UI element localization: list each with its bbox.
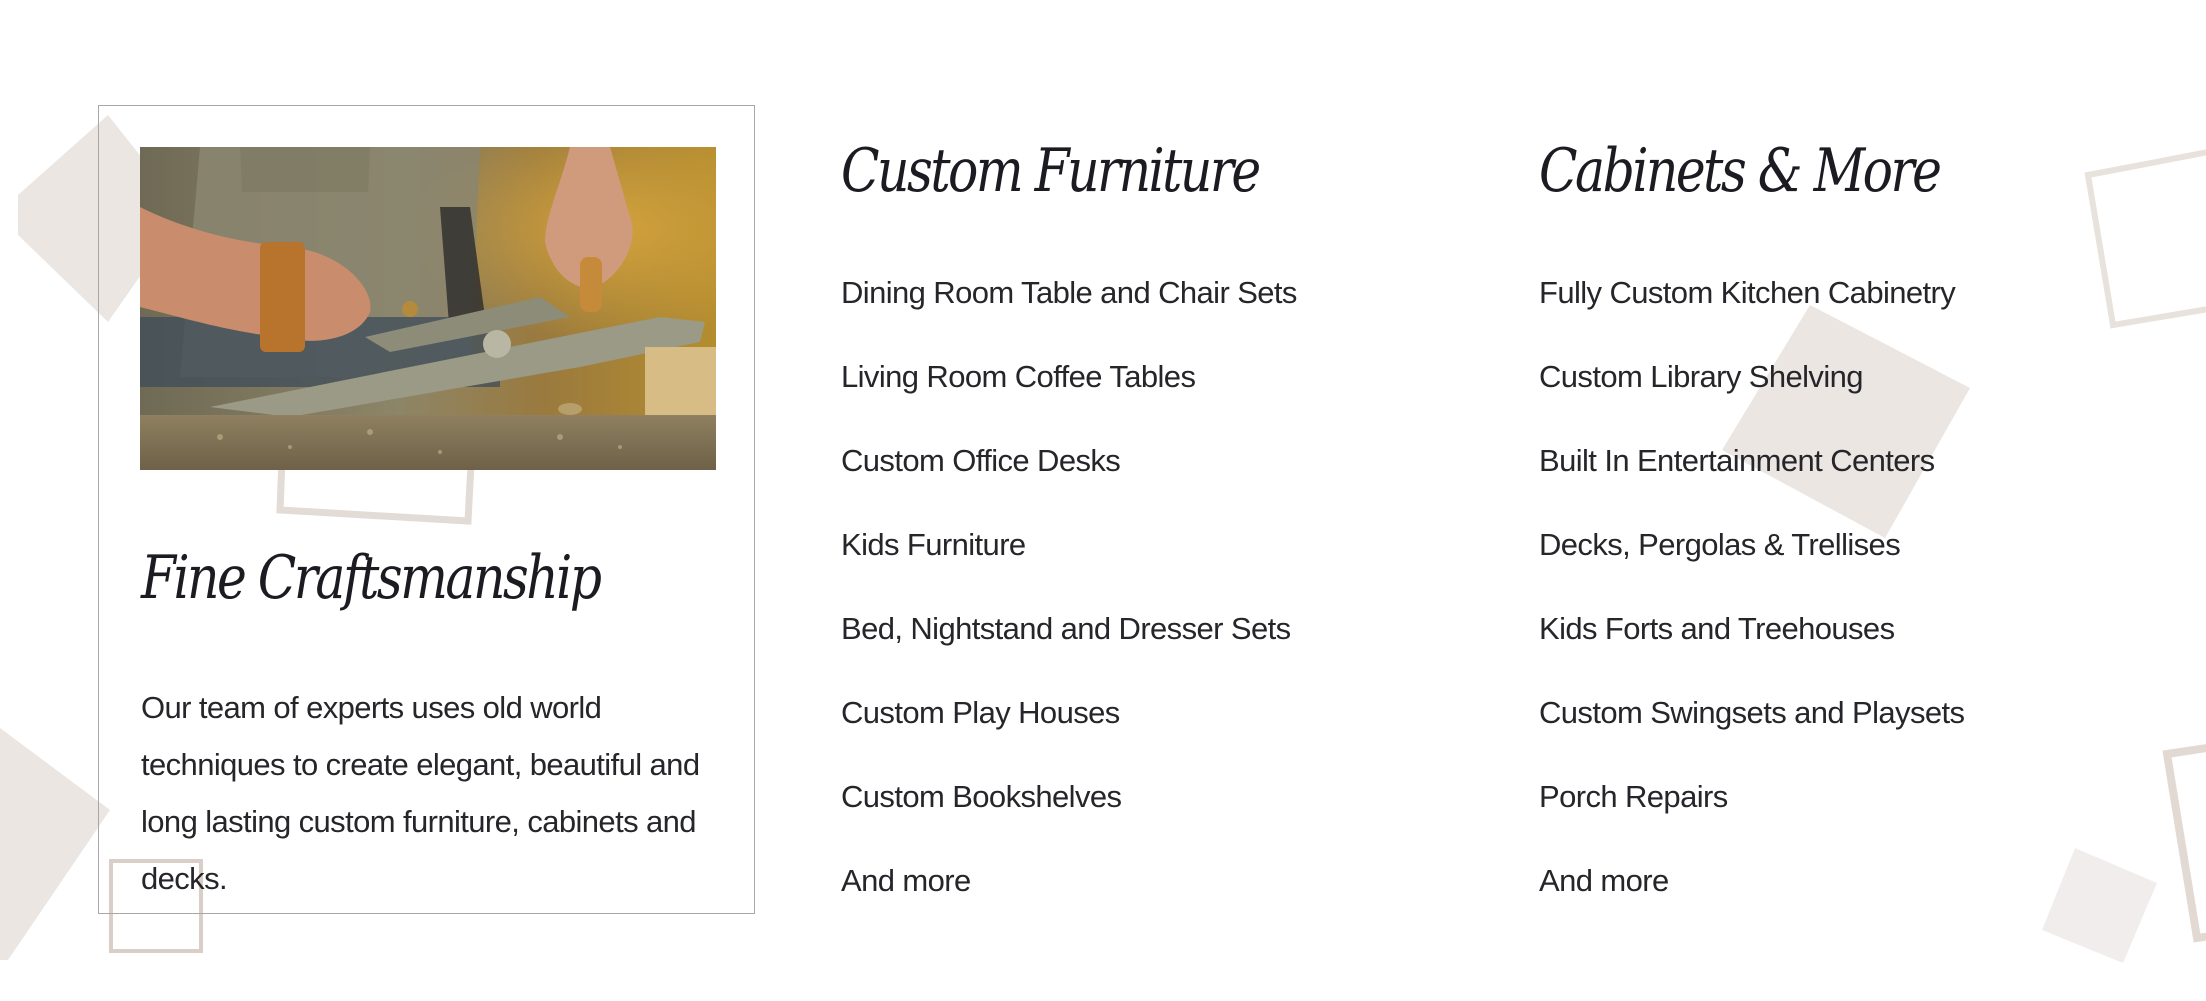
list-item[interactable]: Kids Furniture — [841, 522, 1297, 606]
decor-outline-top-right — [2084, 149, 2206, 329]
list-item[interactable]: And more — [1539, 858, 1964, 942]
list-item[interactable]: Custom Library Shelving — [1539, 354, 1964, 438]
list-item[interactable]: Custom Office Desks — [841, 438, 1297, 522]
list-item[interactable]: Kids Forts and Treehouses — [1539, 606, 1964, 690]
decor-outline-bottom-right — [2162, 744, 2206, 943]
list-item[interactable]: Custom Swingsets and Playsets — [1539, 690, 1965, 774]
list-item[interactable]: Living Room Coffee Tables — [841, 354, 1297, 438]
list-item[interactable]: Bed, Nightstand and Dresser Sets — [841, 606, 1297, 690]
craftsman-photo — [140, 147, 716, 470]
list-item[interactable]: Fully Custom Kitchen Cabinetry — [1539, 270, 1964, 354]
list-item[interactable]: Dining Room Table and Chair Sets — [841, 270, 1297, 354]
list-item[interactable]: Custom Play Houses — [841, 690, 1297, 774]
list-item[interactable]: Decks, Pergolas & Trellises — [1539, 522, 1964, 606]
list-item[interactable]: Built In Entertainment Centers — [1539, 438, 1964, 522]
list-item[interactable]: And more — [841, 858, 1297, 942]
card-title: Fine Craftsmanship — [141, 543, 602, 613]
custom-furniture-list: Dining Room Table and Chair Sets Living … — [841, 270, 1297, 942]
cabinets-more-list: Fully Custom Kitchen Cabinetry Custom Li… — [1539, 270, 1965, 942]
cabinets-more-heading: Cabinets & More — [1539, 136, 1942, 206]
decor-shape-bottom-right — [2042, 848, 2157, 963]
list-item[interactable]: Custom Bookshelves — [841, 774, 1297, 858]
list-item[interactable]: Porch Repairs — [1539, 774, 1964, 858]
card-description: Our team of experts uses old world techn… — [141, 690, 700, 896]
custom-furniture-heading: Custom Furniture — [841, 136, 1261, 206]
decor-shape-bottom-left — [0, 728, 110, 960]
